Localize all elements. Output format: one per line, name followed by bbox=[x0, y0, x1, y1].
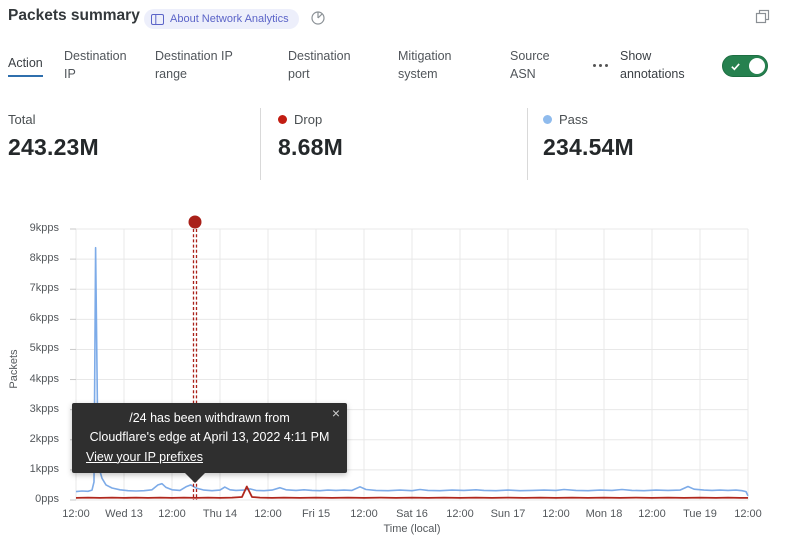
y-tick-label: 7kpps bbox=[0, 282, 68, 294]
y-tick-label: 8kpps bbox=[0, 252, 68, 264]
tooltip-text-line1: /24 has been withdrawn from bbox=[86, 409, 333, 428]
x-axis-title: Time (local) bbox=[76, 523, 748, 535]
annotations-toggle[interactable] bbox=[722, 55, 768, 77]
book-icon bbox=[151, 14, 164, 25]
tooltip-text-line2: Cloudflare's edge at April 13, 2022 4:11… bbox=[86, 428, 333, 447]
toggle-knob bbox=[749, 58, 765, 74]
about-network-analytics-link[interactable]: About Network Analytics bbox=[144, 9, 299, 29]
more-tabs-icon[interactable] bbox=[593, 64, 608, 67]
time-comparison-icon[interactable] bbox=[310, 10, 326, 26]
stat-pass-value: 234.54M bbox=[543, 134, 785, 161]
tab-source-asn[interactable]: Source ASN bbox=[510, 44, 560, 88]
tab-action[interactable]: Action bbox=[8, 44, 43, 88]
open-in-new-window-icon[interactable] bbox=[755, 9, 770, 24]
show-annotations-label: Show annotations bbox=[620, 44, 704, 88]
drop-legend-dot-icon bbox=[278, 115, 287, 124]
stat-total: Total 243.23M bbox=[0, 108, 260, 180]
summary-stats: Total 243.23M Drop 8.68M Pass 234.54M bbox=[0, 108, 785, 180]
view-ip-prefixes-link[interactable]: View your IP prefixes bbox=[86, 450, 203, 464]
pass-legend-dot-icon bbox=[543, 115, 552, 124]
stat-pass: Pass 234.54M bbox=[527, 108, 785, 180]
check-icon bbox=[730, 61, 741, 72]
y-axis-title: Packets bbox=[8, 329, 20, 409]
y-tick-label: 6kpps bbox=[0, 312, 68, 324]
annotation-tooltip: × /24 has been withdrawn from Cloudflare… bbox=[72, 403, 347, 473]
page-title: Packets summary bbox=[8, 7, 140, 25]
y-tick-label: 0pps bbox=[0, 493, 68, 505]
chart-plot-area[interactable] bbox=[0, 215, 785, 555]
about-badge-label: About Network Analytics bbox=[170, 13, 289, 25]
tab-destination-ip[interactable]: Destination IP bbox=[64, 44, 140, 88]
tab-destination-ip-range[interactable]: Destination IP range bbox=[155, 44, 250, 88]
y-tick-label: 1kpps bbox=[0, 463, 68, 475]
y-tick-label: 9kpps bbox=[0, 222, 68, 234]
tab-mitigation-system[interactable]: Mitigation system bbox=[398, 44, 474, 88]
x-tick-label: 12:00 bbox=[718, 508, 778, 520]
y-tick-label: 2kpps bbox=[0, 433, 68, 445]
stat-drop-value: 8.68M bbox=[278, 134, 527, 161]
tooltip-close-icon[interactable]: × bbox=[332, 405, 340, 422]
packets-summary-card: Packets summary About Network Analytics … bbox=[0, 0, 785, 555]
stat-drop-label: Drop bbox=[294, 112, 322, 127]
stat-drop: Drop 8.68M bbox=[260, 108, 527, 180]
packets-time-series-chart: 0pps1kpps2kpps3kpps4kpps5kpps6kpps7kpps8… bbox=[0, 215, 785, 555]
tooltip-caret bbox=[184, 472, 206, 483]
stat-total-label: Total bbox=[8, 112, 35, 127]
annotation-marker-dot[interactable] bbox=[189, 216, 202, 229]
stat-pass-label: Pass bbox=[559, 112, 588, 127]
dimension-tabs: Action Destination IP Destination IP ran… bbox=[0, 44, 785, 88]
tab-destination-port[interactable]: Destination port bbox=[288, 44, 364, 88]
stat-total-value: 243.23M bbox=[8, 134, 260, 161]
